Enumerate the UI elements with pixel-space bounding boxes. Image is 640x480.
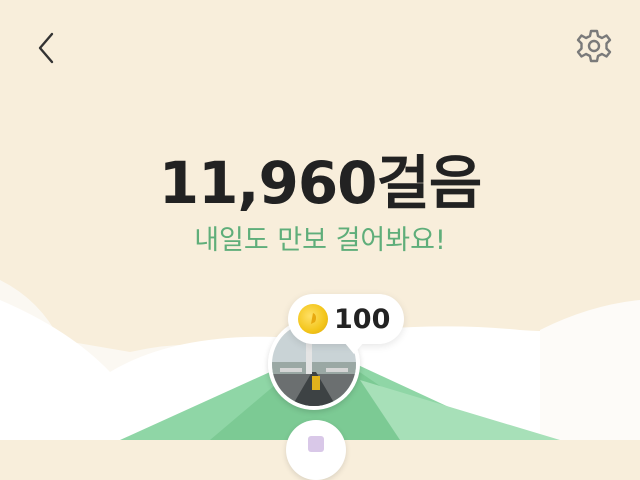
top-bar <box>0 0 640 96</box>
next-landmark-thumbnail <box>308 436 324 452</box>
reward-amount: 100 <box>334 303 391 335</box>
reward-bubble[interactable]: 100 <box>288 294 405 354</box>
step-count: 11,960걸음 <box>158 149 483 217</box>
next-landmark-badge[interactable] <box>286 420 346 480</box>
chevron-left-icon <box>38 32 54 64</box>
encouragement-message: 내일도 만보 걸어봐요! <box>194 225 446 256</box>
coin-icon <box>298 304 328 334</box>
gear-icon <box>576 29 612 63</box>
settings-button[interactable] <box>576 28 612 64</box>
back-button[interactable] <box>30 30 66 66</box>
